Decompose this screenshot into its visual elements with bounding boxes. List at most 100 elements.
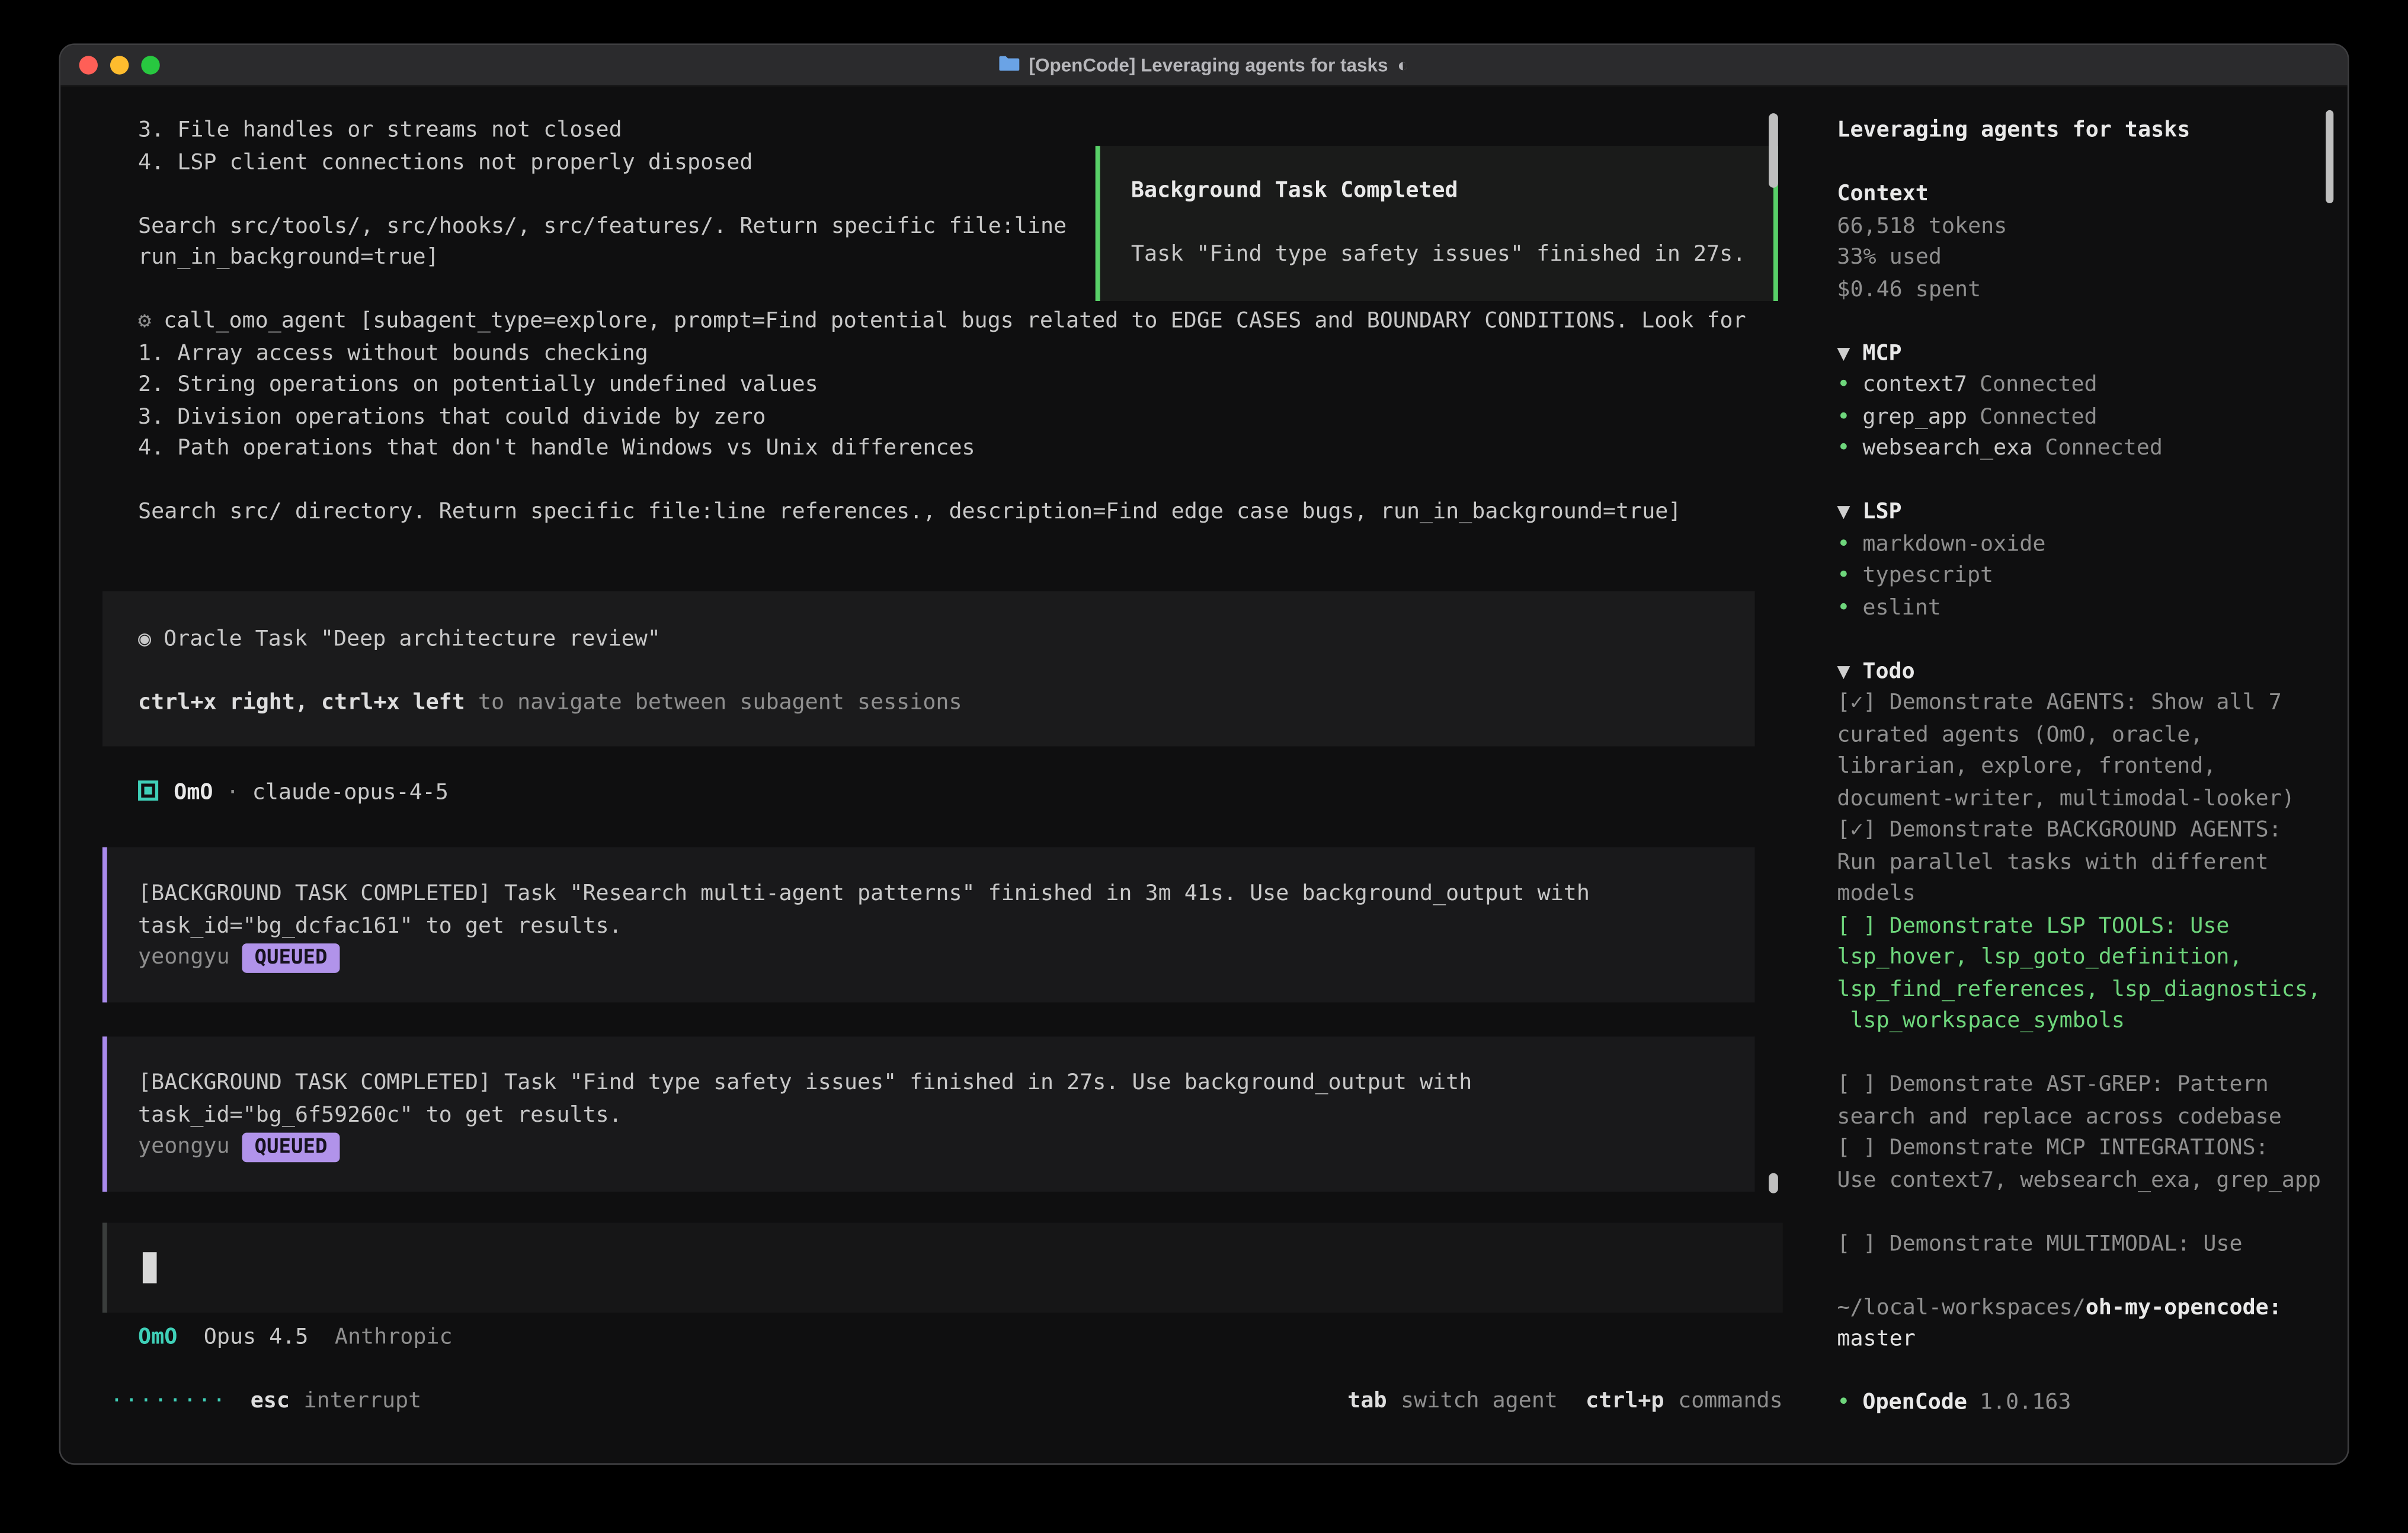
todo-item-line: [ ] Demonstrate MULTIMODAL: Use xyxy=(1837,1228,2349,1260)
lsp-name: typescript xyxy=(1862,564,1993,588)
model-bar: OmOOpus 4.5Anthropic xyxy=(138,1322,453,1354)
todo-item-line: Run parallel tasks with different xyxy=(1837,846,2349,878)
tab-key-hint: tab xyxy=(1347,1385,1386,1417)
terminal-window: [OpenCode] Leveraging agents for tasks ◐… xyxy=(59,43,2349,1465)
lsp-name: markdown-oxide xyxy=(1862,532,2045,556)
message-line: task_id="bg_dcfac161" to get results. xyxy=(138,910,1755,942)
workspace-branch-line: master xyxy=(1837,1324,2349,1356)
todo-item-line: [✓] Demonstrate AGENTS: Show all 7 xyxy=(1837,687,2349,719)
todo-section-header[interactable]: ▼ Todo xyxy=(1837,655,2349,687)
message-meta: yeongyu QUEUED xyxy=(138,1131,1755,1163)
context-heading: Context xyxy=(1837,178,2349,210)
toast-spacer xyxy=(1131,207,1773,239)
message-author: yeongyu xyxy=(138,945,230,970)
status-right: tab switch agent ctrl+p commands xyxy=(1347,1385,1782,1417)
screen: [OpenCode] Leveraging agents for tasks ◐… xyxy=(0,0,2408,1533)
active-agent-name: OmO xyxy=(138,1325,177,1350)
commands-key-label: commands xyxy=(1678,1385,1783,1417)
chat-viewport[interactable]: 3. File handles or streams not closed 4.… xyxy=(60,85,1814,1465)
spacer xyxy=(1837,306,2349,338)
workspace-branch: master xyxy=(1837,1327,1915,1352)
mcp-item: •grep_appConnected xyxy=(1837,401,2349,433)
sidebar-scrollbar-thumb[interactable] xyxy=(2326,110,2333,203)
terminal-line: 3. File handles or streams not closed xyxy=(138,115,1746,147)
spacer xyxy=(1837,1355,2349,1387)
activity-half-circle-icon: ◐ xyxy=(1397,55,1408,76)
mcp-item: •context7Connected xyxy=(1837,369,2349,401)
oracle-title-line: ◉Oracle Task "Deep architecture review" xyxy=(138,624,1755,656)
lsp-section-header[interactable]: ▼LSP xyxy=(1837,497,2349,529)
lsp-item: • markdown-oxide xyxy=(1837,529,2349,561)
prompt-input[interactable] xyxy=(103,1222,1783,1313)
status-badge: QUEUED xyxy=(242,1133,340,1163)
commands-key-hint: ctrl+p xyxy=(1586,1385,1664,1417)
mcp-status: Connected xyxy=(2045,436,2163,461)
app-name: OpenCode xyxy=(1862,1390,1967,1415)
terminal-content: 3. File handles or streams not closed 4.… xyxy=(60,85,2348,1463)
terminal-line: Search src/ directory. Return specific f… xyxy=(138,497,1746,529)
spacer xyxy=(1837,1260,2349,1292)
tool-call-line: ⚙call_omo_agent [subagent_type=explore, … xyxy=(138,306,1746,338)
todo-item-line: [ ] Demonstrate AST-GREP: Pattern xyxy=(1837,1069,2349,1101)
bullet-icon: • xyxy=(1837,372,1850,397)
agent-name: OmO xyxy=(174,780,213,805)
mcp-item: •websearch_exaConnected xyxy=(1837,433,2349,465)
main-scrollbar-thumb[interactable] xyxy=(1769,113,1778,188)
close-button[interactable] xyxy=(79,56,98,74)
terminal-line xyxy=(138,465,1746,497)
oracle-spacer xyxy=(138,655,1755,687)
session-title: Leveraging agents for tasks xyxy=(1837,115,2349,147)
esc-key-hint: esc xyxy=(251,1385,290,1417)
todo-heading: Todo xyxy=(1862,659,1914,684)
mcp-name: grep_app xyxy=(1862,404,1967,429)
spacer xyxy=(1837,146,2349,178)
notification-toast[interactable]: Background Task Completed Task "Find typ… xyxy=(1096,146,1778,301)
agent-header: OmO · claude-opus-4-5 xyxy=(138,777,449,809)
terminal-line: 2. String operations on potentially unde… xyxy=(138,369,1746,401)
mcp-section-header[interactable]: ▼MCP xyxy=(1837,338,2349,370)
message-line: [BACKGROUND TASK COMPLETED] Task "Resear… xyxy=(138,878,1755,910)
todo-item-line: librarian, explore, frontend, xyxy=(1837,751,2349,783)
agent-checkbox-icon xyxy=(138,780,158,801)
model-provider: Anthropic xyxy=(335,1325,453,1350)
tool-call-text: call_omo_agent [subagent_type=explore, p… xyxy=(164,309,1746,334)
todo-item-line: document-writer, multimodal-looker) xyxy=(1837,783,2349,815)
tab-key-label: switch agent xyxy=(1401,1385,1558,1417)
bullet-icon: • xyxy=(1837,532,1850,556)
app-version-line: •OpenCode1.0.163 xyxy=(1837,1387,2349,1419)
main-scrollbar-thumb-bottom[interactable] xyxy=(1769,1173,1778,1193)
mcp-status: Connected xyxy=(1980,404,2098,429)
todo-item-line: [ ] Demonstrate MCP INTEGRATIONS: xyxy=(1837,1133,2349,1165)
traffic-lights xyxy=(79,56,160,74)
message-block: [BACKGROUND TASK COMPLETED] Task "Find t… xyxy=(103,1036,1755,1192)
collapse-arrow-icon: ▼ xyxy=(1837,659,1850,684)
minimize-button[interactable] xyxy=(110,56,129,74)
todo-item-line-active: lsp_find_references, lsp_diagnostics, xyxy=(1837,974,2349,1006)
todo-item-line-active: lsp_hover, lsp_goto_definition, xyxy=(1837,942,2349,974)
todo-item-line-active: [ ] Demonstrate LSP TOOLS: Use xyxy=(1837,910,2349,942)
zoom-button[interactable] xyxy=(141,56,159,74)
agent-separator: · xyxy=(213,780,252,805)
window-title: [OpenCode] Leveraging agents for tasks ◐ xyxy=(1000,55,1408,76)
spacer xyxy=(1837,1196,2349,1228)
message-author: yeongyu xyxy=(138,1134,230,1159)
status-bar: ········ esc interrupt tab switch agent … xyxy=(110,1385,1783,1417)
spacer xyxy=(1837,624,2349,656)
todo-item-line: curated agents (OmO, oracle, xyxy=(1837,719,2349,751)
oracle-keys: ctrl+x right, ctrl+x left xyxy=(138,690,465,715)
message-block: [BACKGROUND TASK COMPLETED] Task "Resear… xyxy=(103,847,1755,1003)
context-used: 33% used xyxy=(1837,242,2349,274)
workspace-path: ~/local-workspaces/oh-my-opencode: xyxy=(1837,1292,2349,1324)
titlebar[interactable]: [OpenCode] Leveraging agents for tasks ◐ xyxy=(60,45,2348,87)
lsp-heading: LSP xyxy=(1862,500,1901,524)
todo-item-line: models xyxy=(1837,878,2349,910)
message-line: task_id="bg_6f59260c" to get results. xyxy=(138,1099,1755,1131)
mcp-status: Connected xyxy=(1980,372,2098,397)
lsp-item: •eslint xyxy=(1837,592,2349,624)
todo-item-line: [✓] Demonstrate BACKGROUND AGENTS: xyxy=(1837,815,2349,847)
sidebar: Leveraging agents for tasks Context 66,5… xyxy=(1814,85,2349,1465)
terminal-line: 1. Array access without bounds checking xyxy=(138,338,1746,370)
lsp-item: •typescript xyxy=(1837,560,2349,592)
oracle-hint-line: ctrl+x right, ctrl+x left to navigate be… xyxy=(138,687,1755,719)
todo-item-line: Use context7, websearch_exa, grep_app xyxy=(1837,1164,2349,1196)
